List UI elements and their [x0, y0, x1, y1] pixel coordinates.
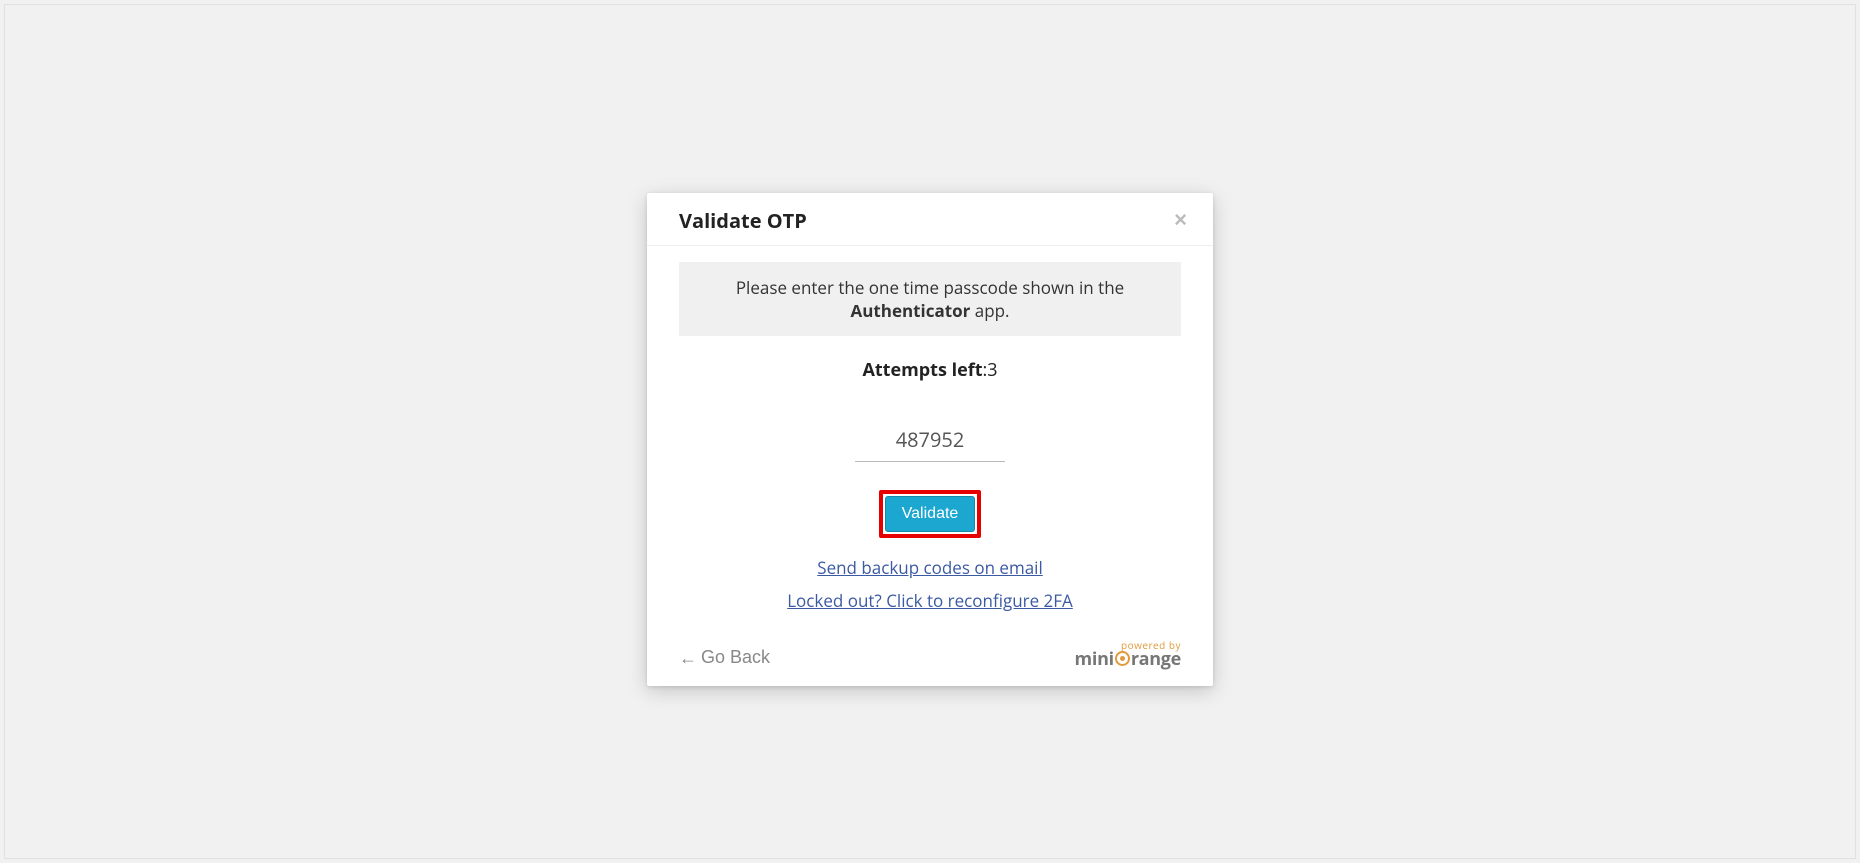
- validate-container: Validate: [679, 490, 1181, 538]
- send-backup-codes-link[interactable]: Send backup codes on email: [817, 556, 1043, 579]
- attempts-label: Attempts left: [862, 358, 982, 382]
- modal-body: Please enter the one time passcode shown…: [647, 246, 1213, 640]
- instruction-prefix: Please enter the one time passcode shown…: [736, 276, 1124, 299]
- instruction-message: Please enter the one time passcode shown…: [679, 262, 1181, 336]
- orange-o-icon: [1115, 651, 1130, 666]
- instruction-suffix: app.: [970, 299, 1009, 322]
- powered-by-branding: powered by minirange: [1075, 640, 1181, 668]
- attempts-value: 3: [987, 358, 997, 382]
- close-icon: ×: [1174, 207, 1187, 232]
- backup-codes-row: Send backup codes on email: [679, 556, 1181, 579]
- otp-modal: Validate OTP × Please enter the one time…: [647, 193, 1213, 686]
- validate-button[interactable]: Validate: [885, 496, 976, 532]
- modal-footer: ← Go Back powered by minirange: [647, 640, 1213, 686]
- logo-text-mini: mini: [1075, 647, 1114, 671]
- close-button[interactable]: ×: [1166, 205, 1195, 235]
- otp-input[interactable]: [855, 422, 1005, 462]
- validate-highlight-box: Validate: [879, 490, 982, 538]
- reconfigure-2fa-link[interactable]: Locked out? Click to reconfigure 2FA: [787, 589, 1073, 612]
- modal-title: Validate OTP: [679, 207, 807, 234]
- instruction-app-name: Authenticator: [850, 299, 970, 322]
- go-back-label: Go Back: [701, 647, 770, 668]
- miniorange-logo: mini range: [1075, 647, 1181, 671]
- logo-text-range: range: [1131, 647, 1181, 671]
- go-back-button[interactable]: ← Go Back: [679, 647, 770, 668]
- page-background: Validate OTP × Please enter the one time…: [4, 4, 1856, 859]
- arrow-left-icon: ←: [679, 649, 697, 667]
- attempts-row: Attempts left:3: [679, 358, 1181, 382]
- lockout-row: Locked out? Click to reconfigure 2FA: [679, 589, 1181, 612]
- modal-header: Validate OTP ×: [647, 193, 1213, 246]
